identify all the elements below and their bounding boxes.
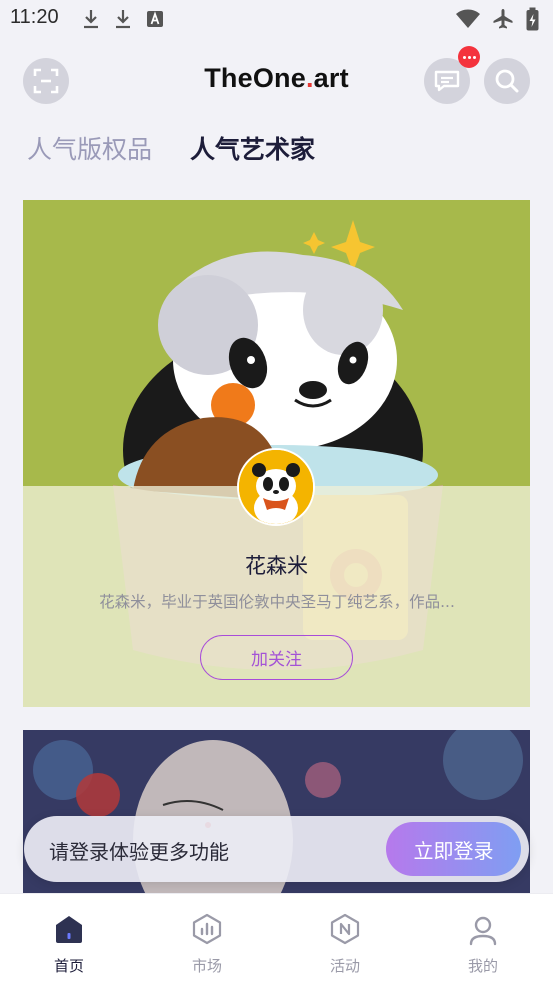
message-icon (434, 70, 460, 92)
avatar[interactable] (237, 448, 315, 526)
battery-charging-icon (526, 7, 539, 31)
profile-icon (469, 916, 497, 946)
artist-name: 花森米 (245, 554, 308, 578)
text-a-icon (147, 11, 163, 27)
nav-profile[interactable]: 我的 (443, 910, 523, 976)
follow-button[interactable]: 加关注 (200, 635, 353, 680)
panda-avatar-icon (239, 450, 313, 524)
tab-popular-artists[interactable]: 人气艺术家 (190, 130, 315, 166)
search-button[interactable] (484, 58, 530, 104)
activity-n-icon (330, 913, 360, 945)
nav-profile-label: 我的 (467, 957, 498, 975)
status-bar: 11:20 (0, 0, 553, 40)
artist-description: 花森米，毕业于英国伦敦中央圣马丁纯艺系，作品... (99, 593, 455, 611)
airplane-icon (493, 9, 513, 29)
download-icon (84, 10, 98, 29)
category-tabs: 人气版权品 人气艺术家 (27, 130, 315, 166)
notification-badge (458, 46, 480, 68)
download-icon (116, 10, 130, 29)
login-prompt-text: 请登录体验更多功能 (49, 840, 229, 864)
nav-activity-label: 活动 (329, 957, 360, 975)
login-prompt-bar: 请登录体验更多功能 立即登录 (24, 816, 529, 882)
nav-market-label: 市场 (191, 957, 222, 975)
search-icon (495, 69, 519, 93)
bottom-navigation: 首页 市场 活动 我的 (0, 893, 553, 984)
nav-home-label: 首页 (53, 957, 84, 975)
login-button[interactable]: 立即登录 (386, 822, 521, 876)
tab-popular-works[interactable]: 人气版权品 (27, 130, 152, 166)
nav-activity[interactable]: 活动 (305, 910, 385, 976)
home-icon (56, 916, 82, 943)
message-button[interactable] (424, 46, 480, 104)
nav-market[interactable]: 市场 (167, 910, 247, 976)
status-time: 11:20 (10, 6, 59, 28)
market-chart-icon (192, 913, 222, 945)
wifi-icon (456, 9, 480, 28)
app-header: TheOne.art (0, 46, 553, 106)
artist-card[interactable]: 花森米 花森米，毕业于英国伦敦中央圣马丁纯艺系，作品... 加关注 (23, 200, 530, 707)
nav-home[interactable]: 首页 (29, 910, 109, 976)
